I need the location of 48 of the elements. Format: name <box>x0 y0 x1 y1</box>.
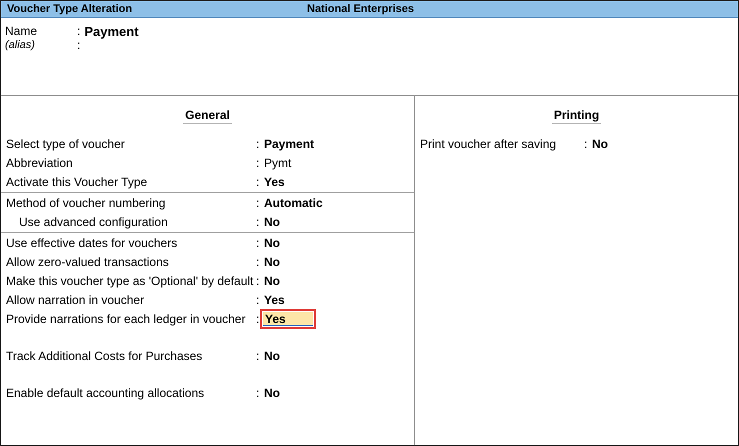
field-value[interactable]: No <box>263 348 281 362</box>
field-label: Allow zero-valued transactions <box>5 254 170 268</box>
colon: : <box>584 136 588 150</box>
colon: : <box>256 156 260 170</box>
field-value[interactable]: No <box>263 236 281 250</box>
field-value[interactable]: No <box>263 274 281 288</box>
field-value[interactable]: Yes <box>263 292 286 306</box>
section-heading: General <box>183 108 232 124</box>
colon: : <box>256 386 260 400</box>
colon: : <box>256 292 260 306</box>
field-label: Make this voucher type as 'Optional' by default <box>5 274 254 288</box>
field-label: Allow narration in voucher <box>5 292 146 306</box>
field-value[interactable]: Payment <box>263 136 316 150</box>
field-label: Enable default accounting allocations <box>5 386 206 400</box>
colon: : <box>256 236 260 250</box>
field-value[interactable]: Automatic <box>263 196 324 210</box>
colon: : <box>256 254 260 268</box>
field-label: Print voucher after saving <box>419 136 558 150</box>
colon: : <box>256 348 260 362</box>
field-label: Abbreviation <box>5 156 74 170</box>
field-label: (alias) <box>4 39 36 51</box>
colon: : <box>256 196 260 210</box>
field-label: Method of voucher numbering <box>5 196 166 210</box>
field-label: Activate this Voucher Type <box>5 174 148 188</box>
field-value[interactable]: No <box>263 254 281 268</box>
colon: : <box>256 136 260 150</box>
colon: : <box>256 274 260 288</box>
colon: : <box>77 38 80 52</box>
colon: : <box>256 214 260 228</box>
window-title: Voucher Type Alteration <box>7 3 134 15</box>
field-value[interactable]: No <box>263 214 281 228</box>
field-value[interactable]: No <box>591 136 609 150</box>
colon: : <box>256 312 260 326</box>
field-label: Use advanced configuration <box>18 214 169 228</box>
field-label: Use effective dates for vouchers <box>5 236 178 250</box>
field-value[interactable]: Payment <box>80 24 139 38</box>
field-label: Provide narrations for each ledger in voucher <box>5 312 246 326</box>
field-label: Track Additional Costs for Purchases <box>5 348 204 362</box>
field-value[interactable]: No <box>263 386 281 400</box>
section-heading: Printing <box>552 108 602 124</box>
company-name: National Enterprises <box>307 3 414 15</box>
field-value[interactable]: Yes <box>263 174 286 188</box>
colon: : <box>256 174 260 188</box>
field-label: Name <box>4 24 38 38</box>
colon: : <box>77 24 80 38</box>
field-label: Select type of voucher <box>5 136 126 150</box>
field-value[interactable]: Yes <box>263 312 313 326</box>
field-value[interactable]: Pymt <box>263 156 292 170</box>
